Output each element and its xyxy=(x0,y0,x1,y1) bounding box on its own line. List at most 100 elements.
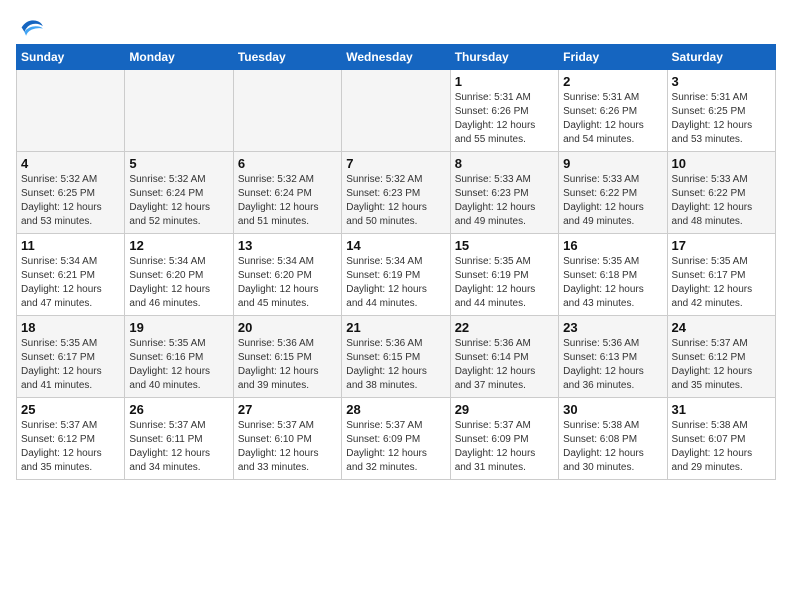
calendar-cell: 29Sunrise: 5:37 AM Sunset: 6:09 PM Dayli… xyxy=(450,398,558,480)
day-number: 21 xyxy=(346,320,445,335)
day-info: Sunrise: 5:37 AM Sunset: 6:12 PM Dayligh… xyxy=(21,419,120,475)
day-info: Sunrise: 5:33 AM Sunset: 6:22 PM Dayligh… xyxy=(672,173,771,229)
calendar-cell: 12 Sunrise: 5:34 AM Sunset: 6:20 PM Dayli… xyxy=(125,234,233,316)
calendar-cell xyxy=(125,70,233,152)
day-info: Sunrise: 5:37 AM Sunset: 6:11 PM Dayligh… xyxy=(129,419,228,475)
day-info: Sunrise: 5:35 AM Sunset: 6:19 PM Dayligh… xyxy=(455,255,554,311)
day-number: 3 xyxy=(672,74,771,89)
calendar-cell: 24Sunrise: 5:37 AM Sunset: 6:12 PM Dayli… xyxy=(667,316,775,398)
day-number: 8 xyxy=(455,156,554,171)
day-number: 2 xyxy=(563,74,662,89)
day-info: Sunrise: 5:35 AM Sunset: 6:17 PM Dayligh… xyxy=(672,255,771,311)
day-info: Sunrise: 5:32 AM Sunset: 6:24 PM Dayligh… xyxy=(238,173,337,229)
day-header-wednesday: Wednesday xyxy=(342,45,450,70)
days-header-row: SundayMondayTuesdayWednesdayThursdayFrid… xyxy=(17,45,776,70)
day-info: Sunrise: 5:36 AM Sunset: 6:15 PM Dayligh… xyxy=(238,337,337,393)
day-header-sunday: Sunday xyxy=(17,45,125,70)
day-number: 19 xyxy=(129,320,228,335)
day-info: Sunrise: 5:32 AM Sunset: 6:23 PM Dayligh… xyxy=(346,173,445,229)
calendar-cell: 23 Sunrise: 5:36 AM Sunset: 6:13 PM Dayli… xyxy=(559,316,667,398)
day-number: 13 xyxy=(238,238,337,253)
day-number: 29 xyxy=(455,402,554,417)
calendar-cell: 17 Sunrise: 5:35 AM Sunset: 6:17 PM Dayli… xyxy=(667,234,775,316)
day-number: 31 xyxy=(672,402,771,417)
day-info: Sunrise: 5:31 AM Sunset: 6:25 PM Dayligh… xyxy=(672,91,771,147)
calendar-cell: 31 Sunrise: 5:38 AM Sunset: 6:07 PM Dayli… xyxy=(667,398,775,480)
calendar-cell: 28 Sunrise: 5:37 AM Sunset: 6:09 PM Dayli… xyxy=(342,398,450,480)
day-number: 25 xyxy=(21,402,120,417)
day-header-tuesday: Tuesday xyxy=(233,45,341,70)
calendar-cell: 14 Sunrise: 5:34 AM Sunset: 6:19 PM Dayli… xyxy=(342,234,450,316)
day-number: 7 xyxy=(346,156,445,171)
day-number: 4 xyxy=(21,156,120,171)
calendar-cell: 20 Sunrise: 5:36 AM Sunset: 6:15 PM Dayli… xyxy=(233,316,341,398)
day-info: Sunrise: 5:35 AM Sunset: 6:16 PM Dayligh… xyxy=(129,337,228,393)
day-number: 5 xyxy=(129,156,228,171)
week-row-5: 25 Sunrise: 5:37 AM Sunset: 6:12 PM Dayli… xyxy=(17,398,776,480)
week-row-4: 18 Sunrise: 5:35 AM Sunset: 6:17 PM Dayli… xyxy=(17,316,776,398)
day-number: 14 xyxy=(346,238,445,253)
calendar-cell xyxy=(17,70,125,152)
day-info: Sunrise: 5:36 AM Sunset: 6:13 PM Dayligh… xyxy=(563,337,662,393)
calendar-cell: 7 Sunrise: 5:32 AM Sunset: 6:23 PM Daylig… xyxy=(342,152,450,234)
day-header-monday: Monday xyxy=(125,45,233,70)
day-number: 27 xyxy=(238,402,337,417)
day-info: Sunrise: 5:37 AM Sunset: 6:09 PM Dayligh… xyxy=(346,419,445,475)
day-number: 9 xyxy=(563,156,662,171)
logo-icon xyxy=(16,16,44,36)
day-number: 17 xyxy=(672,238,771,253)
day-info: Sunrise: 5:33 AM Sunset: 6:23 PM Dayligh… xyxy=(455,173,554,229)
day-info: Sunrise: 5:34 AM Sunset: 6:20 PM Dayligh… xyxy=(129,255,228,311)
logo xyxy=(16,16,46,36)
calendar-cell: 2 Sunrise: 5:31 AM Sunset: 6:26 PM Daylig… xyxy=(559,70,667,152)
calendar-cell: 10 Sunrise: 5:33 AM Sunset: 6:22 PM Dayli… xyxy=(667,152,775,234)
calendar-cell: 5 Sunrise: 5:32 AM Sunset: 6:24 PM Daylig… xyxy=(125,152,233,234)
calendar-cell: 13Sunrise: 5:34 AM Sunset: 6:20 PM Dayli… xyxy=(233,234,341,316)
day-header-thursday: Thursday xyxy=(450,45,558,70)
day-header-saturday: Saturday xyxy=(667,45,775,70)
calendar-cell: 21 Sunrise: 5:36 AM Sunset: 6:15 PM Dayli… xyxy=(342,316,450,398)
day-info: Sunrise: 5:32 AM Sunset: 6:24 PM Dayligh… xyxy=(129,173,228,229)
day-info: Sunrise: 5:32 AM Sunset: 6:25 PM Dayligh… xyxy=(21,173,120,229)
day-number: 18 xyxy=(21,320,120,335)
day-number: 22 xyxy=(455,320,554,335)
calendar-cell: 1 Sunrise: 5:31 AM Sunset: 6:26 PM Daylig… xyxy=(450,70,558,152)
day-number: 28 xyxy=(346,402,445,417)
day-info: Sunrise: 5:33 AM Sunset: 6:22 PM Dayligh… xyxy=(563,173,662,229)
day-info: Sunrise: 5:35 AM Sunset: 6:17 PM Dayligh… xyxy=(21,337,120,393)
calendar-cell: 25 Sunrise: 5:37 AM Sunset: 6:12 PM Dayli… xyxy=(17,398,125,480)
week-row-1: 1 Sunrise: 5:31 AM Sunset: 6:26 PM Daylig… xyxy=(17,70,776,152)
day-info: Sunrise: 5:34 AM Sunset: 6:21 PM Dayligh… xyxy=(21,255,120,311)
calendar-cell: 4 Sunrise: 5:32 AM Sunset: 6:25 PM Daylig… xyxy=(17,152,125,234)
day-number: 10 xyxy=(672,156,771,171)
day-number: 30 xyxy=(563,402,662,417)
day-info: Sunrise: 5:34 AM Sunset: 6:19 PM Dayligh… xyxy=(346,255,445,311)
day-info: Sunrise: 5:38 AM Sunset: 6:07 PM Dayligh… xyxy=(672,419,771,475)
day-number: 12 xyxy=(129,238,228,253)
day-number: 26 xyxy=(129,402,228,417)
calendar-cell: 19 Sunrise: 5:35 AM Sunset: 6:16 PM Dayli… xyxy=(125,316,233,398)
calendar-cell: 26 Sunrise: 5:37 AM Sunset: 6:11 PM Dayli… xyxy=(125,398,233,480)
calendar-cell: 15Sunrise: 5:35 AM Sunset: 6:19 PM Dayli… xyxy=(450,234,558,316)
day-number: 1 xyxy=(455,74,554,89)
day-info: Sunrise: 5:36 AM Sunset: 6:15 PM Dayligh… xyxy=(346,337,445,393)
calendar-cell: 18 Sunrise: 5:35 AM Sunset: 6:17 PM Dayli… xyxy=(17,316,125,398)
calendar-cell: 22Sunrise: 5:36 AM Sunset: 6:14 PM Dayli… xyxy=(450,316,558,398)
calendar-cell: 6 Sunrise: 5:32 AM Sunset: 6:24 PM Daylig… xyxy=(233,152,341,234)
calendar-cell: 9 Sunrise: 5:33 AM Sunset: 6:22 PM Daylig… xyxy=(559,152,667,234)
day-info: Sunrise: 5:38 AM Sunset: 6:08 PM Dayligh… xyxy=(563,419,662,475)
calendar-cell: 11 Sunrise: 5:34 AM Sunset: 6:21 PM Dayli… xyxy=(17,234,125,316)
calendar-cell: 16Sunrise: 5:35 AM Sunset: 6:18 PM Dayli… xyxy=(559,234,667,316)
day-info: Sunrise: 5:31 AM Sunset: 6:26 PM Dayligh… xyxy=(455,91,554,147)
calendar-cell xyxy=(233,70,341,152)
day-number: 20 xyxy=(238,320,337,335)
day-number: 23 xyxy=(563,320,662,335)
calendar-cell xyxy=(342,70,450,152)
day-number: 6 xyxy=(238,156,337,171)
page-header xyxy=(16,16,776,36)
calendar-cell: 8 Sunrise: 5:33 AM Sunset: 6:23 PM Daylig… xyxy=(450,152,558,234)
day-number: 11 xyxy=(21,238,120,253)
calendar-cell: 27Sunrise: 5:37 AM Sunset: 6:10 PM Dayli… xyxy=(233,398,341,480)
day-info: Sunrise: 5:31 AM Sunset: 6:26 PM Dayligh… xyxy=(563,91,662,147)
day-info: Sunrise: 5:37 AM Sunset: 6:12 PM Dayligh… xyxy=(672,337,771,393)
